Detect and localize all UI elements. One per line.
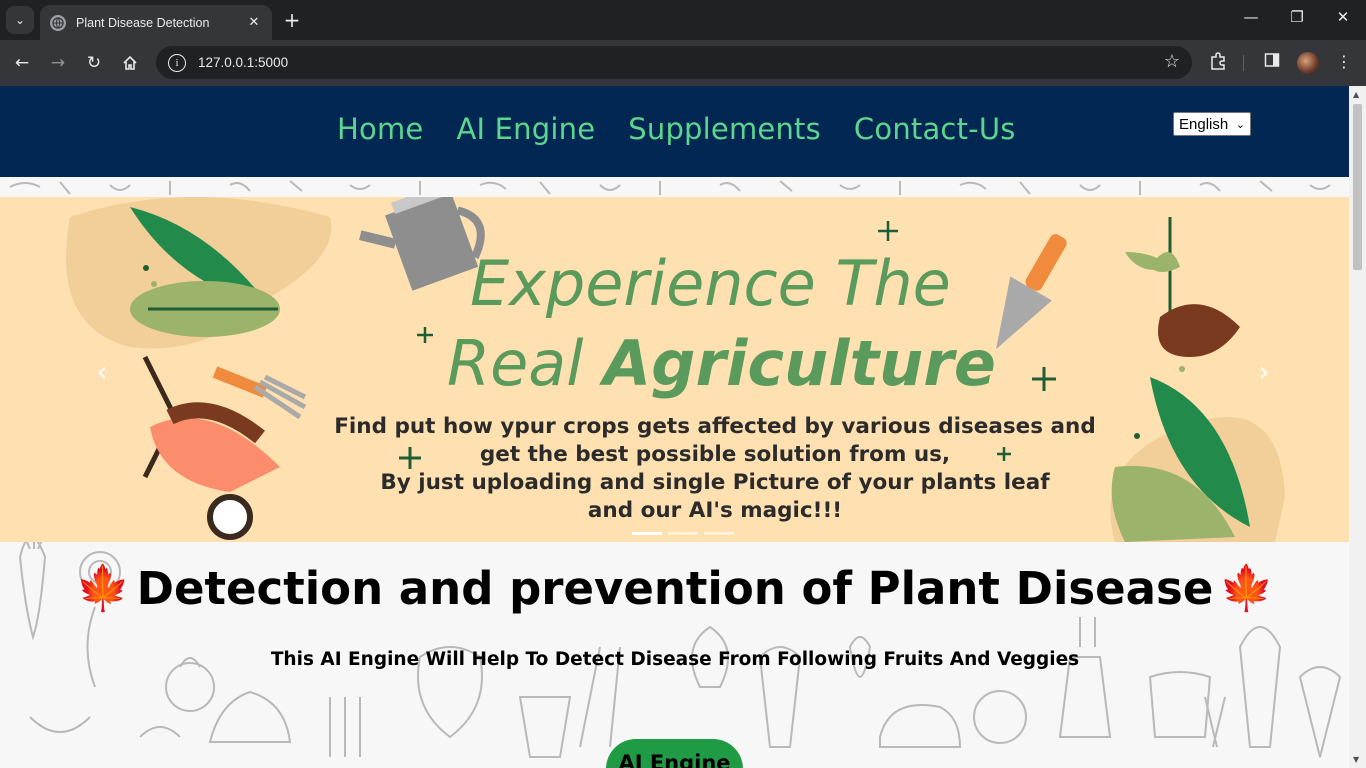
carousel-next-icon[interactable]: › <box>1249 355 1279 388</box>
new-tab-button[interactable]: + <box>282 9 302 31</box>
back-icon[interactable]: ← <box>10 51 34 75</box>
maple-leaf-icon: 🍁 <box>75 562 131 614</box>
scroll-down-icon[interactable]: ▼ <box>1353 755 1359 764</box>
page-title-text: Detection and prevention of Plant Diseas… <box>136 562 1214 615</box>
globe-icon <box>50 14 66 31</box>
home-icon[interactable] <box>118 51 142 75</box>
menu-icon[interactable]: ⋮ <box>1332 52 1356 71</box>
nav-contact-us[interactable]: Contact-Us <box>854 112 1016 146</box>
browser-tab-bar: ⌄ Plant Disease Detection ✕ + — ❐ ✕ <box>0 0 1366 40</box>
url-text: 127.0.0.1:5000 <box>198 55 289 70</box>
ai-engine-button[interactable]: AI Engine <box>606 739 743 768</box>
scrollbar-thumb[interactable] <box>1353 104 1362 270</box>
nav-supplements[interactable]: Supplements <box>628 112 821 146</box>
site-info-icon[interactable]: i <box>168 53 186 72</box>
browser-toolbar: ← → ↻ i 127.0.0.1:5000 ☆ ⋮ <box>0 40 1366 86</box>
nav-ai-engine[interactable]: AI Engine <box>456 112 595 146</box>
page-subtitle: This AI Engine Will Help To Detect Disea… <box>270 649 1080 670</box>
carousel-prev-icon[interactable]: ‹ <box>87 355 117 388</box>
hero-carousel: Experience The Real Agriculture Find put… <box>0 197 1349 542</box>
hero-description-line: Find put how ypur crops gets affected by… <box>334 414 1096 439</box>
address-bar[interactable]: i 127.0.0.1:5000 ☆ <box>156 46 1192 79</box>
ai-engine-button-label: AI Engine <box>618 751 731 768</box>
reload-icon[interactable]: ↻ <box>82 51 106 75</box>
site-navbar: Home AI Engine Supplements Contact-Us En… <box>0 86 1349 177</box>
extensions-icon[interactable] <box>1206 52 1230 74</box>
scroll-up-icon[interactable]: ▲ <box>1353 90 1359 99</box>
hero-headline-line1: Experience The <box>470 247 951 320</box>
close-window-icon[interactable]: ✕ <box>1320 8 1366 26</box>
hero-description: Find put how ypur crops gets affected by… <box>300 413 1130 525</box>
hero-headline-regular: Real <box>447 327 604 400</box>
hero-description-line: get the best possible solution from us, <box>479 442 951 467</box>
restore-icon[interactable]: ❐ <box>1274 8 1320 26</box>
language-selected-value: English <box>1179 115 1229 133</box>
nav-home[interactable]: Home <box>337 112 423 146</box>
page-viewport: Home AI Engine Supplements Contact-Us En… <box>0 86 1366 768</box>
nav-links: Home AI Engine Supplements Contact-Us <box>337 112 1016 146</box>
profile-avatar[interactable] <box>1297 52 1319 74</box>
carousel-indicator[interactable] <box>632 532 662 535</box>
carousel-indicator[interactable] <box>704 532 734 535</box>
toolbar-separator <box>1243 55 1244 71</box>
chevron-down-icon: ⌄ <box>1235 118 1245 131</box>
page-scrollbar[interactable]: ▲ ▼ <box>1349 86 1366 768</box>
carousel-indicator[interactable] <box>668 532 698 535</box>
close-tab-icon[interactable]: ✕ <box>246 15 262 30</box>
tab-search-button[interactable]: ⌄ <box>6 6 34 34</box>
minimize-icon[interactable]: — <box>1228 8 1274 26</box>
language-select[interactable]: English ⌄ <box>1173 112 1251 136</box>
carousel-indicators <box>632 532 734 535</box>
hero-description-line: By just uploading and single Picture of … <box>380 470 1050 495</box>
bookmark-star-icon[interactable]: ☆ <box>1164 51 1180 72</box>
browser-tab[interactable]: Plant Disease Detection ✕ <box>40 5 272 40</box>
hero-headline-line2: Real Agriculture <box>447 327 996 400</box>
tab-title: Plant Disease Detection <box>76 15 210 30</box>
hero-headline-bold: Agriculture <box>603 327 996 400</box>
forward-icon[interactable]: → <box>46 51 70 75</box>
hero-description-line: and our AI's magic!!! <box>587 498 843 523</box>
maple-leaf-icon: 🍁 <box>1219 562 1275 614</box>
page-title: 🍁 Detection and prevention of Plant Dise… <box>76 562 1274 615</box>
side-panel-icon[interactable] <box>1260 52 1284 72</box>
